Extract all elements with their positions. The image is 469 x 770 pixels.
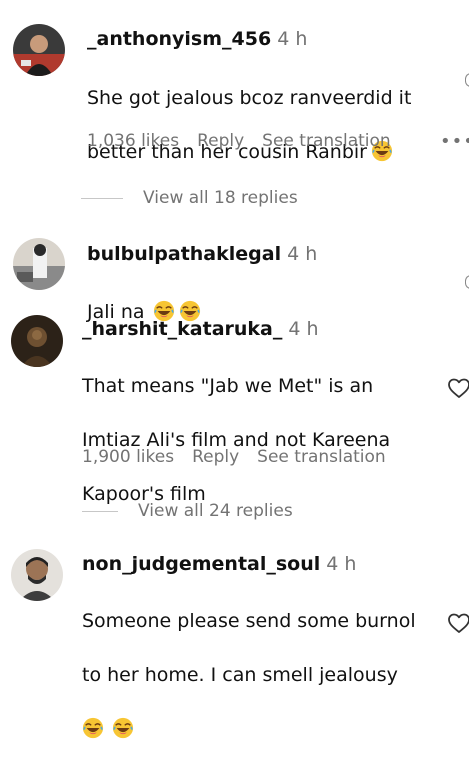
comment-username[interactable]: _harshit_kataruka_ — [82, 318, 282, 340]
view-replies-button[interactable]: View all 18 replies — [81, 188, 298, 208]
reply-button[interactable]: Reply — [197, 131, 244, 151]
comment-username[interactable]: _anthonyism_456 — [87, 28, 271, 50]
heart-outline-icon[interactable] — [447, 377, 469, 399]
comment-text-line: Someone please send some burnol — [82, 610, 416, 632]
reply-button[interactable]: Reply — [192, 447, 239, 467]
comment-time: 4 h — [326, 553, 357, 575]
avatar[interactable] — [13, 238, 65, 290]
scroll-edge-icon — [465, 275, 469, 289]
more-options-icon[interactable]: ••• — [440, 131, 469, 152]
avatar[interactable] — [11, 315, 63, 367]
view-replies-button[interactable]: View all 24 replies — [82, 501, 293, 521]
comment-text: Jali na — [87, 272, 201, 353]
view-replies-label: View all 18 replies — [143, 188, 298, 208]
avatar[interactable] — [11, 549, 63, 601]
divider — [81, 197, 123, 199]
see-translation-button[interactable]: See translation — [257, 447, 386, 467]
divider — [82, 510, 118, 512]
comment-text: Someone please send some burnol to her h… — [82, 581, 416, 770]
laughing-face-emoji-icon — [112, 717, 134, 739]
comment-username[interactable]: bulbulpathaklegal — [87, 243, 281, 265]
comment-text-line: She got jealous bcoz ranveerdid it — [87, 87, 412, 109]
comment-text-line: That means "Jab we Met" is an — [82, 375, 374, 397]
comment-text: She got jealous bcoz ranveerdid it bette… — [87, 58, 411, 193]
likes-count[interactable]: 1,036 likes — [87, 131, 179, 151]
view-replies-label: View all 24 replies — [138, 501, 293, 521]
scroll-edge-icon — [465, 73, 469, 87]
comment-text-line — [82, 716, 416, 743]
comment-username[interactable]: non_judgemental_soul — [82, 553, 320, 575]
laughing-face-emoji-icon — [82, 717, 104, 739]
comment-time: 4 h — [288, 318, 319, 340]
likes-count[interactable]: 1,900 likes — [82, 447, 174, 467]
comment-text-line: to her home. I can smell jealousy — [82, 664, 398, 686]
comment-time: 4 h — [277, 28, 308, 50]
heart-outline-icon[interactable] — [447, 612, 469, 634]
see-translation-button[interactable]: See translation — [262, 131, 391, 151]
avatar[interactable] — [13, 24, 65, 76]
comment-time: 4 h — [287, 243, 318, 265]
